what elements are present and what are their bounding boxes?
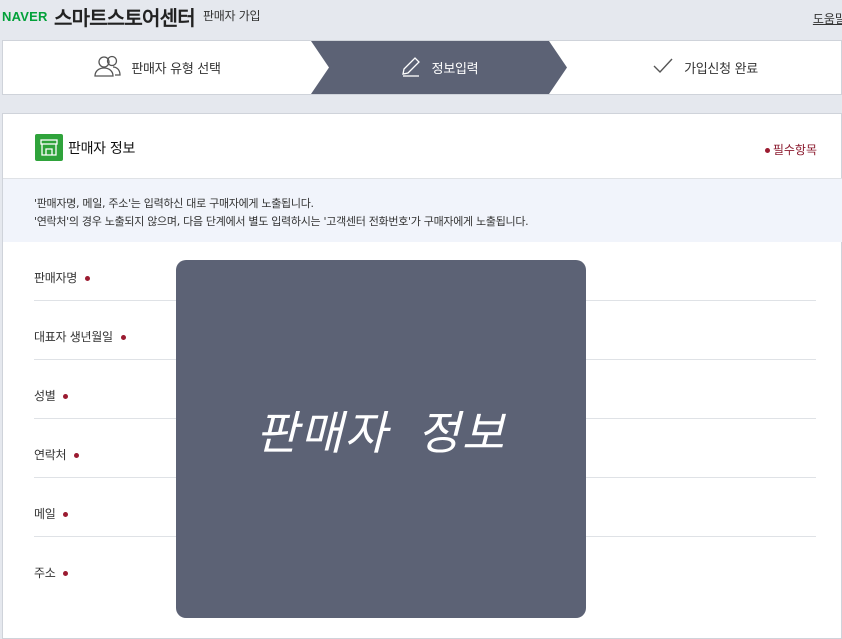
store-icon	[35, 134, 63, 161]
notice-line: '판매자명, 메일, 주소'는 입력하신 대로 구매자에게 노출됩니다.	[34, 197, 314, 210]
required-dot	[764, 148, 770, 153]
required-dot	[84, 276, 90, 281]
step-complete: 가입신청 완료	[567, 41, 842, 94]
page-subtitle: 판매자 가입	[203, 9, 261, 23]
section-title: 판매자 정보	[68, 141, 136, 157]
notice-line: '연락처'의 경우 노출되지 않으며, 다음 단계에서 별도 입력하시는 '고객…	[34, 215, 529, 228]
section-header: 판매자 정보 필수항목	[3, 114, 842, 179]
field-label: 성별	[34, 387, 69, 404]
field-label: 메일	[34, 505, 69, 522]
top-header: NAVER 스마트스토어센터 판매자 가입 도움말	[0, 0, 842, 36]
naver-logo[interactable]: NAVER	[2, 9, 48, 24]
required-dot	[74, 453, 80, 458]
required-note: 필수항목	[764, 141, 817, 158]
overlay-panel: 판매자 정보	[176, 260, 586, 618]
notice-box: '판매자명, 메일, 주소'는 입력하신 대로 구매자에게 노출됩니다. '연락…	[3, 179, 842, 242]
users-icon	[93, 55, 121, 81]
required-dot	[63, 571, 69, 576]
check-icon	[652, 57, 674, 79]
field-label: 주소	[34, 564, 69, 581]
required-dot	[63, 512, 69, 517]
signup-steps: 판매자 유형 선택 정보입력 가입신청 완료	[2, 40, 842, 95]
required-dot	[120, 335, 126, 340]
field-label: 판매자명	[34, 269, 90, 286]
field-label: 연락처	[34, 446, 80, 463]
step-label: 가입신청 완료	[684, 62, 758, 77]
step-label: 판매자 유형 선택	[131, 62, 221, 77]
brand-title[interactable]: 스마트스토어센터	[54, 2, 196, 31]
help-link[interactable]: 도움말	[813, 10, 842, 27]
pencil-icon	[400, 55, 422, 81]
step-seller-type: 판매자 유형 선택	[3, 41, 311, 94]
step-label: 정보입력	[431, 62, 479, 77]
step-info-input: 정보입력	[311, 41, 567, 94]
required-dot	[63, 394, 69, 399]
overlay-title: 판매자 정보	[255, 406, 507, 460]
field-label: 대표자 생년월일	[34, 328, 126, 345]
